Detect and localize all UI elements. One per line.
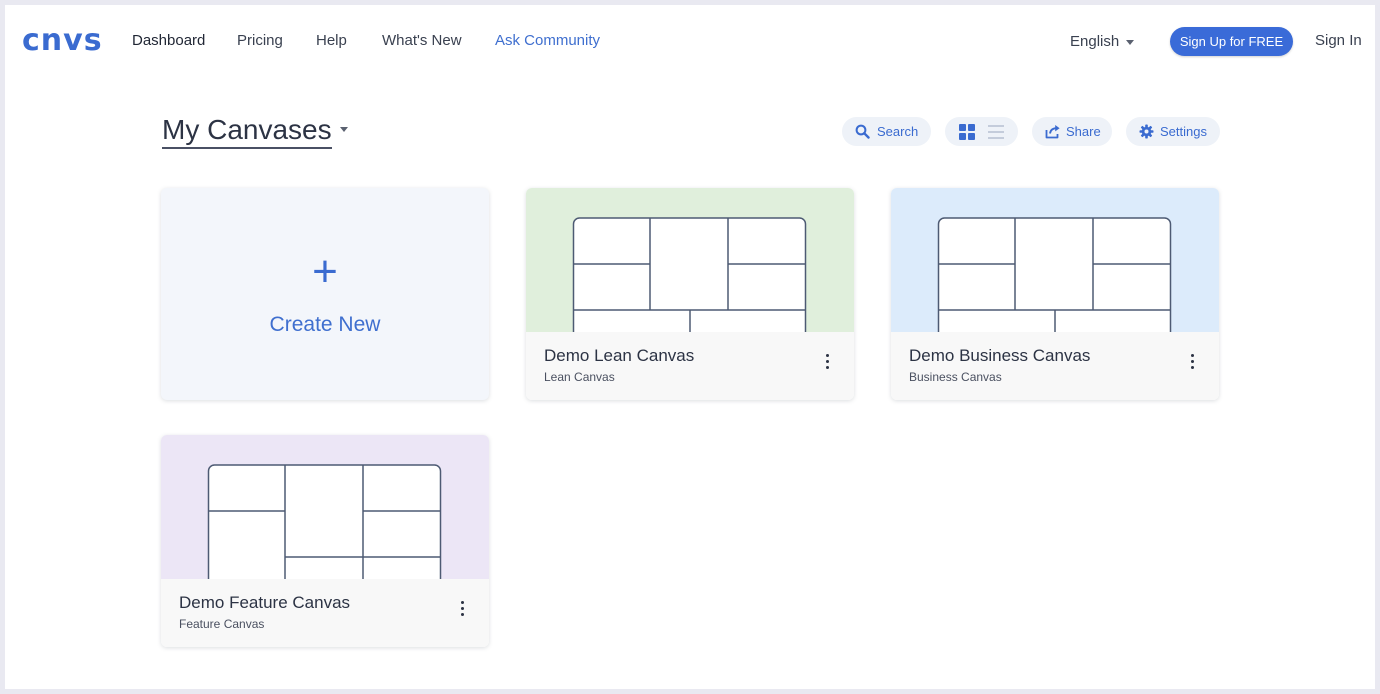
language-selector[interactable]: English bbox=[1070, 33, 1135, 51]
canvas-type: Lean Canvas bbox=[544, 370, 615, 384]
gear-icon bbox=[1139, 124, 1154, 139]
canvas-title: Demo Lean Canvas bbox=[544, 346, 695, 365]
card-footer: Demo Lean Canvas Lean Canvas bbox=[526, 332, 854, 400]
view-toggle bbox=[945, 117, 1018, 146]
sign-up-button[interactable]: Sign Up for FREE bbox=[1170, 27, 1293, 56]
canvas-thumbnail bbox=[526, 188, 854, 332]
lean-canvas-preview bbox=[572, 217, 807, 332]
card-footer: Demo Feature Canvas Feature Canvas bbox=[161, 579, 489, 647]
nav-link-ask-community[interactable]: Ask Community bbox=[495, 32, 600, 50]
language-label: English bbox=[1070, 33, 1120, 50]
nav-link-whats-new[interactable]: What's New bbox=[382, 32, 462, 50]
nav-link-help[interactable]: Help bbox=[316, 32, 347, 50]
create-new-label: Create New bbox=[269, 313, 381, 336]
canvas-card[interactable]: Demo Lean Canvas Lean Canvas bbox=[526, 188, 854, 400]
more-vertical-icon[interactable] bbox=[820, 352, 836, 372]
canvas-thumbnail bbox=[891, 188, 1219, 332]
app-frame: cnvs Dashboard Pricing Help What's New A… bbox=[5, 5, 1375, 689]
canvas-type: Business Canvas bbox=[909, 370, 1002, 384]
search-button[interactable]: Search bbox=[842, 117, 931, 146]
chevron-down-icon bbox=[1126, 39, 1135, 45]
chevron-down-icon bbox=[339, 127, 348, 133]
more-vertical-icon[interactable] bbox=[455, 599, 471, 619]
grid-view-icon[interactable] bbox=[959, 124, 975, 140]
create-new-card[interactable]: + Create New bbox=[161, 188, 489, 400]
search-label: Search bbox=[877, 124, 919, 139]
business-canvas-preview bbox=[937, 217, 1172, 332]
canvas-type: Feature Canvas bbox=[179, 617, 265, 631]
share-label: Share bbox=[1066, 124, 1101, 139]
canvas-title: Demo Business Canvas bbox=[909, 346, 1091, 365]
more-vertical-icon[interactable] bbox=[1185, 352, 1201, 372]
canvas-title: Demo Feature Canvas bbox=[179, 593, 351, 612]
list-view-icon[interactable] bbox=[988, 124, 1004, 140]
canvas-thumbnail bbox=[161, 435, 489, 579]
search-icon bbox=[855, 124, 870, 139]
settings-button[interactable]: Settings bbox=[1126, 117, 1220, 146]
canvas-card[interactable]: Demo Feature Canvas Feature Canvas bbox=[161, 435, 489, 647]
logo[interactable]: cnvs bbox=[22, 23, 103, 59]
nav-link-pricing[interactable]: Pricing bbox=[237, 32, 283, 50]
plus-icon: + bbox=[312, 247, 338, 296]
nav-link-dashboard[interactable]: Dashboard bbox=[132, 32, 205, 50]
card-footer: Demo Business Canvas Business Canvas bbox=[891, 332, 1219, 400]
share-icon bbox=[1045, 125, 1060, 139]
canvas-folder-selector[interactable]: My Canvases bbox=[162, 113, 348, 149]
sign-in-link[interactable]: Sign In bbox=[1315, 32, 1362, 50]
feature-canvas-preview bbox=[207, 464, 442, 579]
page-title: My Canvases bbox=[162, 113, 332, 149]
share-button[interactable]: Share bbox=[1032, 117, 1112, 146]
top-nav: cnvs Dashboard Pricing Help What's New A… bbox=[5, 5, 1375, 77]
settings-label: Settings bbox=[1160, 124, 1207, 139]
canvas-card[interactable]: Demo Business Canvas Business Canvas bbox=[891, 188, 1219, 400]
